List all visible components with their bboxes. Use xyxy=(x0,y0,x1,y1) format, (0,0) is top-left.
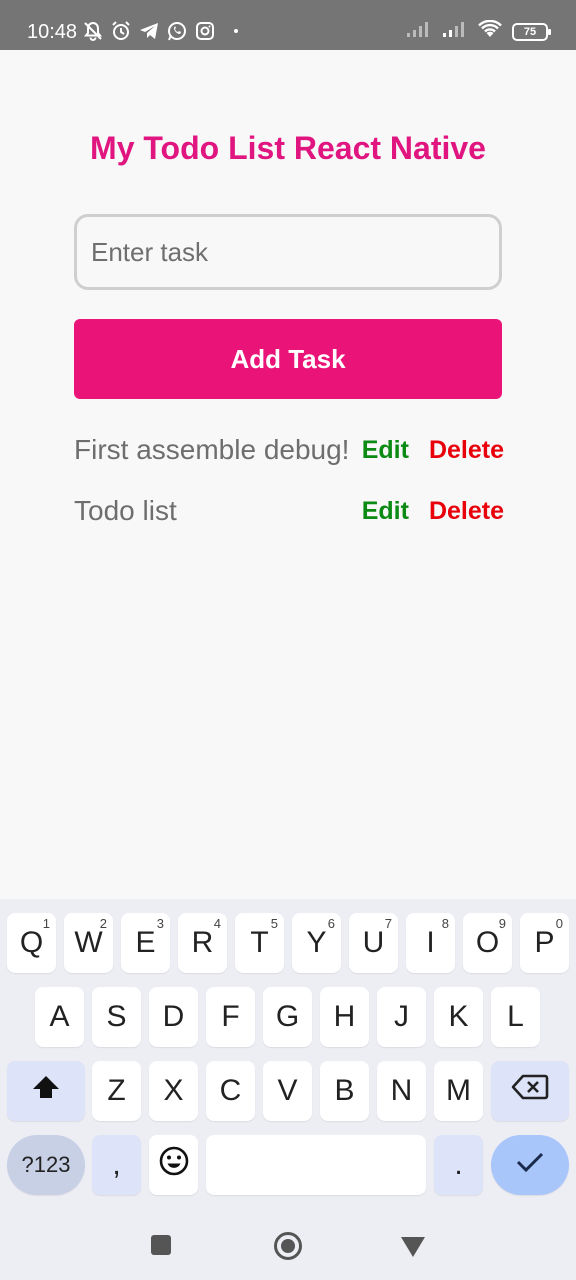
key-y[interactable]: Y6 xyxy=(292,913,341,973)
battery-level: 75 xyxy=(523,25,537,38)
key-e[interactable]: E3 xyxy=(121,913,170,973)
delete-task-button[interactable]: Delete xyxy=(429,497,504,526)
recents-button[interactable] xyxy=(150,1234,172,1261)
shift-key[interactable] xyxy=(7,1061,85,1121)
status-time: 10:48 xyxy=(27,21,78,43)
key-k[interactable]: K xyxy=(434,987,483,1047)
emoji-icon xyxy=(158,1145,190,1185)
key-u[interactable]: U7 xyxy=(349,913,398,973)
mute-bell-icon xyxy=(82,20,104,42)
backspace-icon xyxy=(511,1073,549,1109)
key-h[interactable]: H xyxy=(320,987,369,1047)
instagram-icon xyxy=(194,20,216,42)
square-icon xyxy=(151,1235,171,1255)
emoji-key[interactable] xyxy=(149,1135,198,1195)
key-r[interactable]: R4 xyxy=(178,913,227,973)
key-s[interactable]: S xyxy=(92,987,141,1047)
key-m[interactable]: M xyxy=(434,1061,483,1121)
task-text: Todo list xyxy=(74,495,177,526)
more-notifications-dot-icon xyxy=(234,29,238,33)
home-button[interactable] xyxy=(273,1231,303,1266)
key-a[interactable]: A xyxy=(35,987,84,1047)
task-input[interactable] xyxy=(74,214,502,290)
key-i[interactable]: I8 xyxy=(406,913,455,973)
checkmark-icon xyxy=(515,1148,545,1182)
delete-task-button[interactable]: Delete xyxy=(429,436,504,465)
signal-icon xyxy=(442,20,468,43)
back-button[interactable] xyxy=(400,1236,426,1263)
shift-icon xyxy=(30,1073,62,1109)
key-w[interactable]: W2 xyxy=(64,913,113,973)
add-task-button[interactable]: Add Task xyxy=(74,319,502,399)
space-key[interactable] xyxy=(206,1135,426,1195)
key-x[interactable]: X xyxy=(149,1061,198,1121)
signal-icon xyxy=(406,20,432,43)
key-g[interactable]: G xyxy=(263,987,312,1047)
key-l[interactable]: L xyxy=(491,987,540,1047)
key-t[interactable]: T5 xyxy=(235,913,284,973)
status-bar: 10:48 75 xyxy=(0,0,576,50)
task-text: First assemble debug! xyxy=(74,434,350,465)
system-status-icons: 75 xyxy=(406,19,551,43)
key-c[interactable]: C xyxy=(206,1061,255,1121)
done-key[interactable] xyxy=(491,1135,569,1195)
triangle-icon xyxy=(401,1237,425,1257)
alarm-icon xyxy=(110,20,132,42)
task-item: Todo list Edit Delete xyxy=(74,491,504,531)
page-title: My Todo List React Native xyxy=(90,130,486,166)
key-v[interactable]: V xyxy=(263,1061,312,1121)
key-n[interactable]: N xyxy=(377,1061,426,1121)
comma-key[interactable]: , xyxy=(92,1135,141,1195)
notification-icons xyxy=(82,20,238,42)
key-j[interactable]: J xyxy=(377,987,426,1047)
wifi-icon xyxy=(478,19,502,43)
circle-icon xyxy=(274,1232,302,1260)
telegram-icon xyxy=(138,20,160,42)
key-z[interactable]: Z xyxy=(92,1061,141,1121)
period-key[interactable]: . xyxy=(434,1135,483,1195)
edit-task-button[interactable]: Edit xyxy=(362,497,409,526)
key-q[interactable]: Q1 xyxy=(7,913,56,973)
battery-icon: 75 xyxy=(512,22,551,41)
key-p[interactable]: P0 xyxy=(520,913,569,973)
edit-task-button[interactable]: Edit xyxy=(362,436,409,465)
key-f[interactable]: F xyxy=(206,987,255,1047)
key-d[interactable]: D xyxy=(149,987,198,1047)
key-b[interactable]: B xyxy=(320,1061,369,1121)
symbols-key[interactable]: ?123 xyxy=(7,1135,85,1195)
key-o[interactable]: O9 xyxy=(463,913,512,973)
system-navigation-bar xyxy=(0,1210,576,1280)
task-item: First assemble debug! Edit Delete xyxy=(74,430,504,470)
backspace-key[interactable] xyxy=(491,1061,569,1121)
whatsapp-icon xyxy=(166,20,188,42)
